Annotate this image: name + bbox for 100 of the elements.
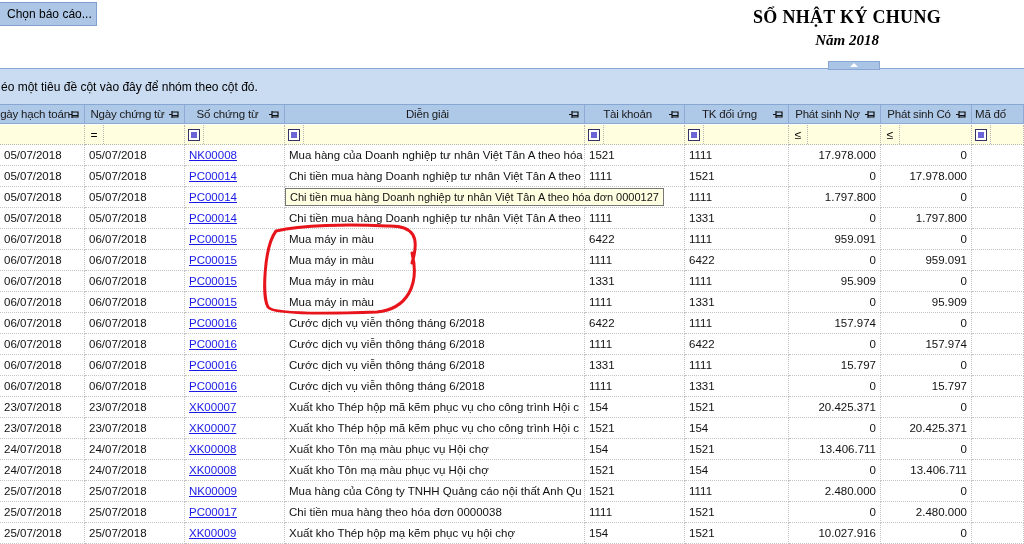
voucher-link[interactable]: PC00015 xyxy=(189,254,237,266)
voucher-link[interactable]: PC00015 xyxy=(189,275,237,287)
table-cell: 0 xyxy=(789,334,881,355)
filter-icon[interactable] xyxy=(288,128,300,141)
voucher-link[interactable]: NK00008 xyxy=(189,149,237,161)
column-header[interactable]: Phát sinh Nợ xyxy=(789,105,881,124)
table-cell: Xuất kho Tôn mạ màu phục vụ Hội chợ xyxy=(285,460,585,481)
column-header[interactable]: gày hạch toán xyxy=(0,105,85,124)
column-header[interactable]: TK đối ứng xyxy=(685,105,789,124)
table-cell: 6422 xyxy=(685,250,789,271)
column-header[interactable]: Tài khoản xyxy=(585,105,685,124)
pin-icon[interactable] xyxy=(865,110,876,119)
table-cell: 1521 xyxy=(585,418,685,439)
filter-icon[interactable] xyxy=(588,128,600,141)
voucher-link[interactable]: PC00016 xyxy=(189,380,237,392)
table-cell xyxy=(972,439,1024,460)
table-cell xyxy=(972,145,1024,166)
table-cell: 1521 xyxy=(585,460,685,481)
pin-icon[interactable] xyxy=(956,110,967,119)
table-cell: 15.797 xyxy=(789,355,881,376)
filter-field[interactable] xyxy=(285,125,585,145)
pin-icon[interactable] xyxy=(569,110,580,119)
table-cell xyxy=(972,250,1024,271)
report-button[interactable]: Chọn báo cáo... xyxy=(0,2,97,26)
table-cell: 25/07/2018 xyxy=(0,502,85,523)
table-cell: 1521 xyxy=(685,439,789,460)
voucher-link[interactable]: XK00007 xyxy=(189,422,237,434)
voucher-link[interactable]: NK00009 xyxy=(189,485,237,497)
voucher-link[interactable]: XK00007 xyxy=(189,401,237,413)
column-header[interactable]: Số chứng từ xyxy=(185,105,285,124)
table-cell: 1.797.800 xyxy=(789,187,881,208)
pin-icon[interactable] xyxy=(169,110,180,119)
table-cell xyxy=(972,418,1024,439)
filter-field[interactable] xyxy=(972,125,1024,145)
table-cell: 1331 xyxy=(585,355,685,376)
table-cell: 0 xyxy=(881,523,972,544)
table-cell xyxy=(972,355,1024,376)
filter-field[interactable] xyxy=(0,125,85,145)
filter-field[interactable] xyxy=(585,125,685,145)
voucher-link[interactable]: PC00016 xyxy=(189,317,237,329)
voucher-link[interactable]: XK00008 xyxy=(189,443,237,455)
filter-field[interactable]: ≤ xyxy=(789,125,881,145)
column-header[interactable]: Ngày chứng từ xyxy=(85,105,185,124)
column-header[interactable]: Diễn giải xyxy=(285,105,585,124)
table-cell: 06/07/2018 xyxy=(0,250,85,271)
voucher-link[interactable]: XK00008 xyxy=(189,464,237,476)
table-cell: 05/07/2018 xyxy=(85,166,185,187)
table-cell: 1521 xyxy=(685,397,789,418)
filter-icon[interactable] xyxy=(188,128,200,141)
filter-icon[interactable] xyxy=(688,128,700,141)
table-cell: Cước dịch vụ viễn thông tháng 6/2018 xyxy=(285,355,585,376)
voucher-link[interactable]: PC00016 xyxy=(189,359,237,371)
voucher-link[interactable]: PC00014 xyxy=(189,212,237,224)
table-cell xyxy=(972,502,1024,523)
table-cell: Mua máy in màu xyxy=(285,271,585,292)
voucher-link[interactable]: PC00015 xyxy=(189,233,237,245)
table-cell: 2.480.000 xyxy=(881,502,972,523)
table-cell: 154 xyxy=(685,418,789,439)
table-cell: Cước dịch vụ viễn thông tháng 6/2018 xyxy=(285,376,585,397)
table-cell: 95.909 xyxy=(789,271,881,292)
table-cell: 05/07/2018 xyxy=(0,208,85,229)
filter-field[interactable] xyxy=(685,125,789,145)
voucher-link[interactable]: PC00017 xyxy=(189,506,237,518)
table-cell: 06/07/2018 xyxy=(85,313,185,334)
voucher-link[interactable]: PC00015 xyxy=(189,296,237,308)
column-header[interactable]: Mã đố xyxy=(972,105,1024,124)
table-cell xyxy=(972,481,1024,502)
report-subtitle: Năm 2018 xyxy=(815,32,879,49)
table-cell: 1331 xyxy=(685,292,789,313)
table-cell: 0 xyxy=(789,166,881,187)
collapse-handle[interactable] xyxy=(828,61,880,70)
pin-icon[interactable] xyxy=(773,110,784,119)
table-cell: 157.974 xyxy=(881,334,972,355)
voucher-link[interactable]: XK00009 xyxy=(189,527,237,539)
table-cell: 24/07/2018 xyxy=(0,439,85,460)
table-cell xyxy=(972,397,1024,418)
table-cell: 1111 xyxy=(685,481,789,502)
voucher-link[interactable]: PC00014 xyxy=(189,191,237,203)
filter-field[interactable]: = xyxy=(85,125,185,145)
table-cell: 05/07/2018 xyxy=(85,208,185,229)
table-cell: 0 xyxy=(789,208,881,229)
filter-field[interactable]: ≤ xyxy=(881,125,972,145)
voucher-link[interactable]: PC00014 xyxy=(189,170,237,182)
table-cell: 10.027.916 xyxy=(789,523,881,544)
pin-icon[interactable] xyxy=(269,110,280,119)
pin-icon[interactable] xyxy=(69,110,80,119)
table-cell: 06/07/2018 xyxy=(0,292,85,313)
group-hint: éo một tiêu đề cột vào đây để nhóm theo cột đó. xyxy=(1,79,258,94)
table-cell: 25/07/2018 xyxy=(85,523,185,544)
table-cell: Xuất kho Thép hộp mã kẽm phục vụ cho công trình Hội c xyxy=(285,397,585,418)
filter-field[interactable] xyxy=(185,125,285,145)
table-cell: 1111 xyxy=(585,376,685,397)
table-cell: 23/07/2018 xyxy=(85,418,185,439)
voucher-link[interactable]: PC00016 xyxy=(189,338,237,350)
table-cell: 95.909 xyxy=(881,292,972,313)
table-cell: Mua máy in màu xyxy=(285,292,585,313)
filter-icon[interactable] xyxy=(975,128,987,141)
pin-icon[interactable] xyxy=(669,110,680,119)
column-header[interactable]: Phát sinh Có xyxy=(881,105,972,124)
table-cell: 959.091 xyxy=(789,229,881,250)
